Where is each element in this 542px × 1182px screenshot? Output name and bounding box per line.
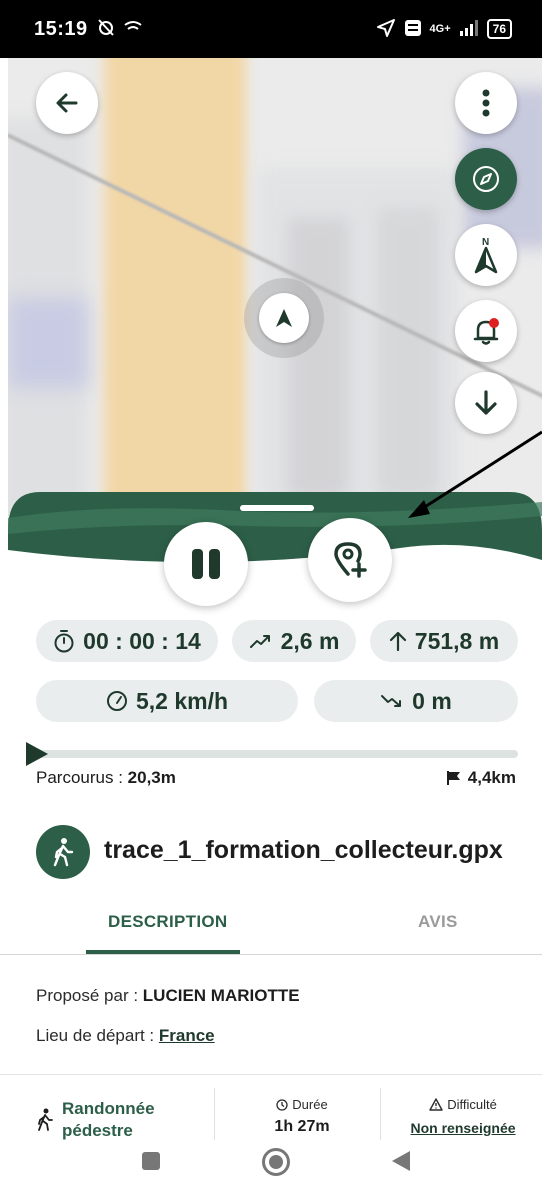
sheet-drag-handle[interactable] bbox=[240, 505, 314, 511]
difficulty-value[interactable]: Non renseignée bbox=[400, 1120, 526, 1136]
status-bar: 15:19 4G+ 76 bbox=[0, 0, 542, 58]
difficulty-label: Difficulté bbox=[447, 1097, 497, 1112]
activity-line-2: pédestre bbox=[62, 1121, 133, 1140]
speedometer-icon bbox=[106, 691, 127, 711]
pause-button[interactable] bbox=[164, 522, 248, 606]
compass-icon bbox=[473, 166, 499, 192]
add-location-icon bbox=[334, 542, 367, 578]
traveled-distance: Parcourus : 20,3m bbox=[36, 768, 176, 788]
clock-icon bbox=[276, 1098, 288, 1111]
elapsed-time-chip: 00 : 00 : 14 bbox=[36, 620, 218, 662]
navigation-arrow-icon bbox=[276, 309, 292, 327]
bottom-sheet-wave bbox=[8, 492, 542, 562]
duration-summary: Durée 1h 27m bbox=[254, 1097, 350, 1136]
duration-label: Durée bbox=[292, 1097, 328, 1112]
trace-title: trace_1_formation_collecteur.gpx bbox=[104, 836, 503, 864]
map-view[interactable] bbox=[8, 58, 542, 528]
recents-button[interactable] bbox=[142, 1152, 160, 1170]
signal-bars-icon bbox=[459, 19, 479, 39]
arrow-left-icon bbox=[56, 93, 78, 113]
battery-indicator: 76 bbox=[486, 19, 512, 39]
current-position-marker bbox=[244, 278, 324, 358]
menu-button[interactable] bbox=[455, 72, 517, 134]
pause-icon bbox=[192, 549, 220, 579]
map-building bbox=[378, 208, 438, 498]
more-vertical-icon bbox=[482, 89, 490, 117]
flag-icon bbox=[446, 771, 460, 785]
author-name: LUCIEN MARIOTTE bbox=[142, 986, 300, 1005]
svg-text:N: N bbox=[482, 237, 489, 248]
proposed-by: Proposé par : LUCIEN MARIOTTE bbox=[36, 986, 300, 1006]
volte-icon bbox=[404, 19, 422, 40]
speed-chip: 5,2 km/h bbox=[36, 680, 298, 722]
start-location-link[interactable]: France bbox=[159, 1026, 215, 1045]
elevation-gain: 2,6 m bbox=[280, 627, 340, 654]
altitude: 751,8 m bbox=[414, 627, 500, 654]
alert-button[interactable] bbox=[455, 300, 517, 362]
summary-separator bbox=[380, 1088, 381, 1140]
status-time: 15:19 bbox=[34, 17, 88, 40]
back-button[interactable] bbox=[36, 72, 98, 134]
bell-alert-icon bbox=[473, 318, 499, 345]
tab-reviews[interactable]: AVIS bbox=[418, 912, 458, 932]
hiker-icon bbox=[53, 838, 74, 867]
proposed-label: Proposé par : bbox=[36, 986, 143, 1005]
location-arrow-icon bbox=[376, 18, 396, 41]
remaining-distance: 4,4km bbox=[446, 768, 516, 788]
system-nav-bar bbox=[0, 1142, 542, 1182]
altitude-chip: 751,8 m bbox=[370, 620, 518, 662]
activity-line-1: Randonnée bbox=[62, 1099, 155, 1118]
network-type: 4G+ bbox=[429, 23, 451, 35]
tab-divider bbox=[0, 954, 542, 955]
trend-up-icon bbox=[249, 635, 270, 648]
map-road bbox=[104, 58, 246, 528]
north-arrow-icon: N bbox=[474, 237, 498, 274]
elapsed-time: 00 : 00 : 14 bbox=[83, 627, 201, 654]
hiker-icon bbox=[38, 1108, 53, 1131]
elevation-loss: 0 m bbox=[412, 687, 452, 714]
summary-divider bbox=[0, 1074, 542, 1075]
back-nav-button[interactable] bbox=[392, 1151, 410, 1171]
summary-separator bbox=[214, 1088, 215, 1140]
traveled-label: Parcourus : bbox=[36, 768, 128, 787]
stopwatch-icon bbox=[54, 630, 74, 653]
elevation-gain-chip: 2,6 m bbox=[232, 620, 356, 662]
north-button[interactable]: N bbox=[455, 224, 517, 286]
speed: 5,2 km/h bbox=[135, 687, 229, 714]
map-building bbox=[288, 218, 348, 498]
difficulty-summary: Difficulté Non renseignée bbox=[400, 1097, 526, 1136]
alarm-off-icon bbox=[96, 17, 116, 42]
duration-value: 1h 27m bbox=[274, 1117, 330, 1135]
progress-marker-icon bbox=[26, 742, 48, 766]
activity-type: Randonnée pédestre bbox=[36, 1098, 155, 1142]
trend-down-icon bbox=[381, 695, 402, 707]
wifi-icon bbox=[124, 20, 142, 39]
compass-button[interactable] bbox=[455, 148, 517, 210]
download-button[interactable] bbox=[455, 372, 517, 434]
remaining-value: 4,4km bbox=[467, 768, 516, 787]
home-dot-icon bbox=[269, 1155, 283, 1169]
warning-icon bbox=[429, 1098, 443, 1111]
map-area bbox=[8, 298, 88, 388]
elevation-loss-chip: 0 m bbox=[314, 680, 518, 722]
home-button[interactable] bbox=[262, 1148, 290, 1176]
start-label: Lieu de départ : bbox=[36, 1026, 159, 1045]
route-progress-bar bbox=[36, 750, 518, 758]
traveled-value: 20,3m bbox=[127, 768, 176, 787]
add-poi-button[interactable] bbox=[308, 518, 392, 602]
arrow-up-icon bbox=[389, 631, 406, 652]
activity-avatar bbox=[36, 825, 90, 879]
tab-description[interactable]: DESCRIPTION bbox=[108, 912, 227, 932]
arrow-down-icon bbox=[475, 390, 497, 415]
start-location: Lieu de départ : France bbox=[36, 1026, 215, 1046]
